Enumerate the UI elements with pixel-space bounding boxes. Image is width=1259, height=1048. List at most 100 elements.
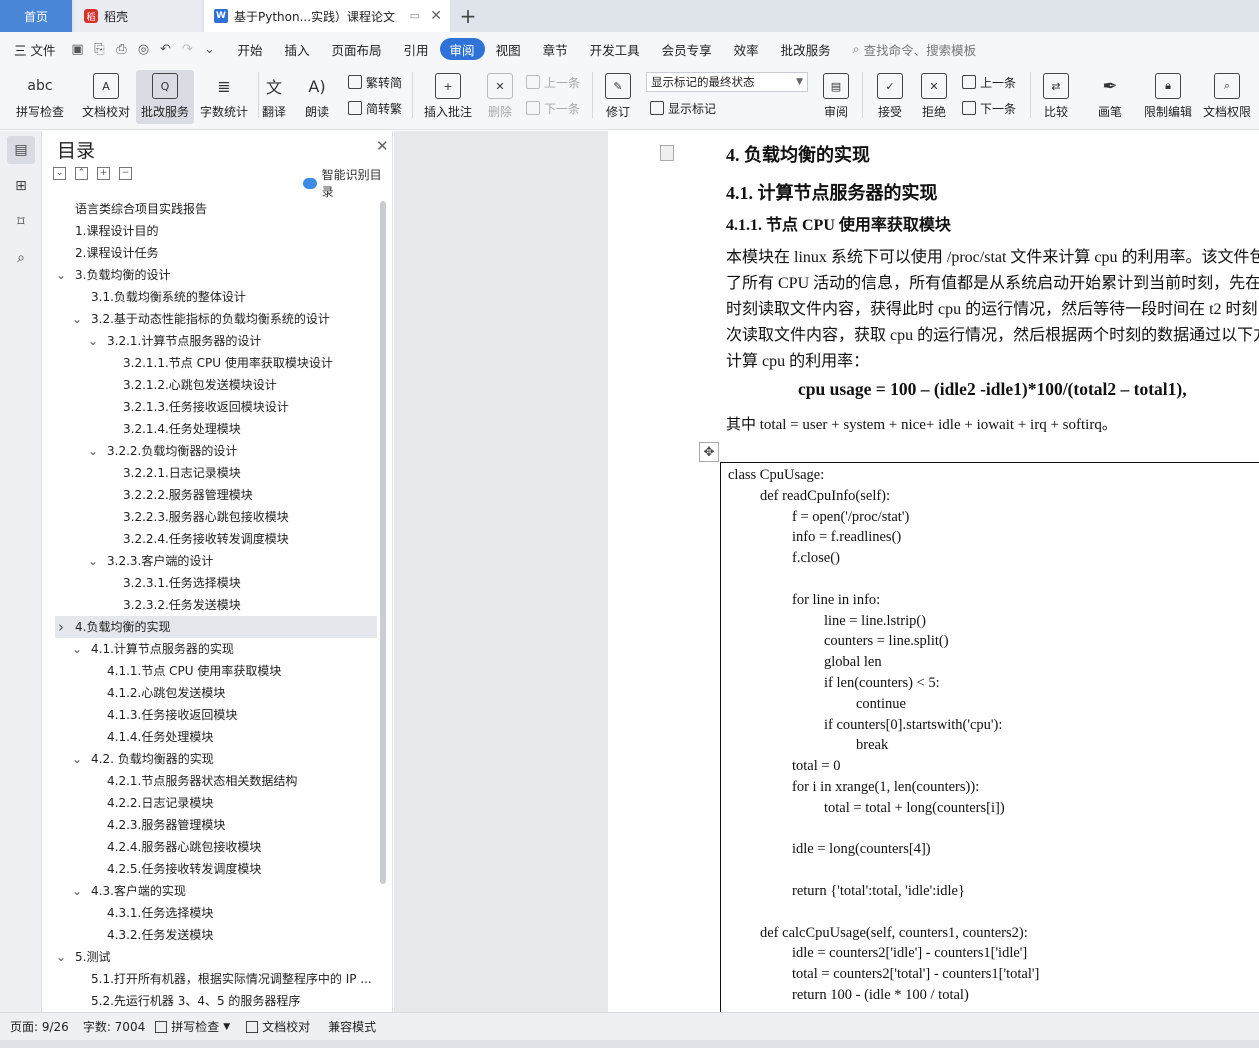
smart-toc-button[interactable]: 智能识别目录 xyxy=(303,166,392,200)
toc-item[interactable]: 4.1.4.任务处理模块 xyxy=(55,726,377,748)
toc-item[interactable]: 3.2.3.1.任务选择模块 xyxy=(55,572,377,594)
doc-proof-button[interactable]: A 文档校对 xyxy=(78,70,134,124)
toc-item[interactable]: 4.1.3.任务接收返回模块 xyxy=(55,704,377,726)
toc-item[interactable]: 3.2.1.4.任务处理模块 xyxy=(55,418,377,440)
grading-service-button[interactable]: Q 批改服务 xyxy=(136,70,194,124)
menu-view[interactable]: 视图 xyxy=(485,38,532,60)
redo-icon[interactable]: ↷ xyxy=(179,41,195,57)
translate-button[interactable]: 文 翻译 xyxy=(254,70,294,124)
track-changes-button[interactable]: ✎ 修订 xyxy=(598,70,638,124)
toc-item[interactable]: 4.3.2.任务发送模块 xyxy=(55,924,377,946)
toc-item[interactable]: 4.2.3.服务器管理模块 xyxy=(55,814,377,836)
outline-icon[interactable]: ⊞ xyxy=(11,176,31,196)
toc-panel-icon[interactable]: ▤ xyxy=(7,136,35,164)
chevron-down-icon[interactable]: ⌄ xyxy=(87,440,99,462)
menu-grading[interactable]: 批改服务 xyxy=(770,38,842,60)
word-count-button[interactable]: ≣ 字数统计 xyxy=(196,70,252,124)
show-marks-button[interactable]: 显示标记 xyxy=(650,98,716,118)
read-aloud-button[interactable]: A) 朗读 xyxy=(298,70,336,124)
chevron-down-icon[interactable]: ⌄ xyxy=(71,638,83,660)
menu-reference[interactable]: 引用 xyxy=(393,38,440,60)
review-pane-button[interactable]: ▤ 审阅 xyxy=(816,70,856,124)
word-count-indicator[interactable]: 字数: 7004 xyxy=(83,1018,145,1035)
toc-item[interactable]: 4.1.1.节点 CPU 使用率获取模块 xyxy=(55,660,377,682)
command-search[interactable]: ⌕ 查找命令、搜索模板 xyxy=(842,38,988,60)
tab-home[interactable]: 首页 xyxy=(0,0,72,32)
print-preview-icon[interactable]: ◎ xyxy=(135,41,151,57)
toc-item[interactable]: 3.2.3.2.任务发送模块 xyxy=(55,594,377,616)
toc-item[interactable]: 3.2.1.1.节点 CPU 使用率获取模块设计 xyxy=(55,352,377,374)
toc-item[interactable]: 3.2.2.1.日志记录模块 xyxy=(55,462,377,484)
toc-item[interactable]: 4.2.1.节点服务器状态相关数据结构 xyxy=(55,770,377,792)
spell-check-status[interactable]: 拼写检查 ▼ xyxy=(155,1018,230,1035)
page-icon[interactable] xyxy=(660,145,674,161)
menu-insert[interactable]: 插入 xyxy=(274,38,321,60)
menu-member[interactable]: 会员专享 xyxy=(651,38,723,60)
toc-item[interactable]: ⌄ 4.2. 负载均衡器的实现 xyxy=(55,748,377,770)
chevron-down-icon[interactable]: ⌄ xyxy=(87,550,99,572)
prev-comment-button[interactable]: 上一条 xyxy=(526,72,580,92)
toc-item[interactable]: 3.2.2.3.服务器心跳包接收模块 xyxy=(55,506,377,528)
toc-item[interactable]: ⌄ 4.3.客户端的实现 xyxy=(55,880,377,902)
toc-item[interactable]: 1.课程设计目的 xyxy=(55,220,377,242)
toc-item[interactable]: ⌄ 3.2.3.客户端的设计 xyxy=(55,550,377,572)
toc-item[interactable]: 4.2.4.服务器心跳包接收模块 xyxy=(55,836,377,858)
toc-item[interactable]: 3.2.1.2.心跳包发送模块设计 xyxy=(55,374,377,396)
collapse-all-icon[interactable]: ⌃ xyxy=(75,167,88,180)
undo-icon[interactable]: ↶ xyxy=(157,41,173,57)
menu-review[interactable]: 审阅 xyxy=(439,38,485,60)
doc-permission-button[interactable]: ⌕ 文档权限 xyxy=(1198,70,1256,124)
close-tab-icon[interactable]: ✕ xyxy=(430,8,442,24)
tab-daoke[interactable]: 稻 稻壳 xyxy=(74,0,202,32)
expand-all-icon[interactable]: ⌄ xyxy=(53,167,66,180)
next-change-button[interactable]: 下一条 xyxy=(962,98,1016,118)
toc-item[interactable]: › 4.负载均衡的实现 xyxy=(55,616,377,638)
page-indicator[interactable]: 页面: 9/26 xyxy=(10,1018,69,1035)
table-move-handle-icon[interactable]: ✥ xyxy=(699,442,719,462)
toc-item[interactable]: ⌄ 3.2.2.负载均衡器的设计 xyxy=(55,440,377,462)
toc-item[interactable]: 3.2.2.2.服务器管理模块 xyxy=(55,484,377,506)
toc-item[interactable]: 2.课程设计任务 xyxy=(55,242,377,264)
toc-scrollbar[interactable] xyxy=(380,201,386,884)
remove-heading-icon[interactable]: − xyxy=(119,167,132,180)
close-icon[interactable]: ✕ xyxy=(376,137,389,155)
next-comment-button[interactable]: 下一条 xyxy=(526,98,580,118)
search-panel-icon[interactable]: ⌕ xyxy=(11,248,31,268)
prev-change-button[interactable]: 上一条 xyxy=(962,72,1016,92)
toc-item[interactable]: 5.2.先运行机器 3、4、5 的服务器程序 xyxy=(55,990,377,1012)
toc-item[interactable]: ⌄ 4.1.计算节点服务器的实现 xyxy=(55,638,377,660)
spell-check-button[interactable]: abc 拼写检查 xyxy=(8,70,72,124)
chevron-down-icon[interactable]: ⌄ xyxy=(71,880,83,902)
trad-to-simp-button[interactable]: 繁转简 xyxy=(348,72,402,92)
chevron-down-icon[interactable]: ⌄ xyxy=(71,308,83,330)
menu-developer[interactable]: 开发工具 xyxy=(579,38,651,60)
toc-item[interactable]: 5.1.打开所有机器，根据实际情况调整程序中的 IP ... xyxy=(55,968,377,990)
reject-button[interactable]: ✕ 拒绝 xyxy=(914,70,954,124)
more-icon[interactable]: ⌄ xyxy=(201,41,217,57)
markup-display-select[interactable]: 显示标记的最终状态 ▼ xyxy=(646,72,808,92)
chevron-right-icon[interactable]: › xyxy=(55,616,67,638)
toc-item[interactable]: 3.1.负载均衡系统的整体设计 xyxy=(55,286,377,308)
toc-item[interactable]: ⌄ 3.2.1.计算节点服务器的设计 xyxy=(55,330,377,352)
bookmark-icon[interactable]: ⌑ xyxy=(11,212,31,232)
toc-item[interactable]: 3.2.1.3.任务接收返回模块设计 xyxy=(55,396,377,418)
toc-item[interactable]: 语言类综合项目实践报告 xyxy=(55,198,377,220)
chevron-down-icon[interactable]: ⌄ xyxy=(87,330,99,352)
code-table[interactable]: class CpuUsage: def readCpuInfo(self): f =… xyxy=(720,462,1259,1012)
tab-document[interactable]: W 基于Python...实践）课程论文 ▭ ✕ xyxy=(204,0,450,32)
compare-button[interactable]: ⇄ 比较 xyxy=(1036,70,1076,124)
chevron-down-icon[interactable]: ⌄ xyxy=(55,946,67,968)
new-tab-button[interactable]: + xyxy=(450,0,486,32)
menu-start[interactable]: 开始 xyxy=(226,38,273,60)
toc-item[interactable]: 4.1.2.心跳包发送模块 xyxy=(55,682,377,704)
save-icon[interactable]: ▣ xyxy=(69,41,85,57)
restrict-edit-button[interactable]: 🔒︎ 限制编辑 xyxy=(1140,70,1196,124)
chevron-down-icon[interactable]: ⌄ xyxy=(55,264,67,286)
toc-item[interactable]: ⌄ 5.测试 xyxy=(55,946,377,968)
toc-item[interactable]: 4.3.1.任务选择模块 xyxy=(55,902,377,924)
menu-chapter[interactable]: 章节 xyxy=(532,38,579,60)
pen-button[interactable]: ✒ 画笔 xyxy=(1090,70,1130,124)
document-page[interactable]: 4. 负载均衡的实现 4.1. 计算节点服务器的实现 4.1.1. 节点 CPU… xyxy=(608,131,1259,1012)
proof-status[interactable]: 文档校对 xyxy=(246,1018,310,1035)
export-pdf-icon[interactable]: ⎘ xyxy=(91,41,107,57)
